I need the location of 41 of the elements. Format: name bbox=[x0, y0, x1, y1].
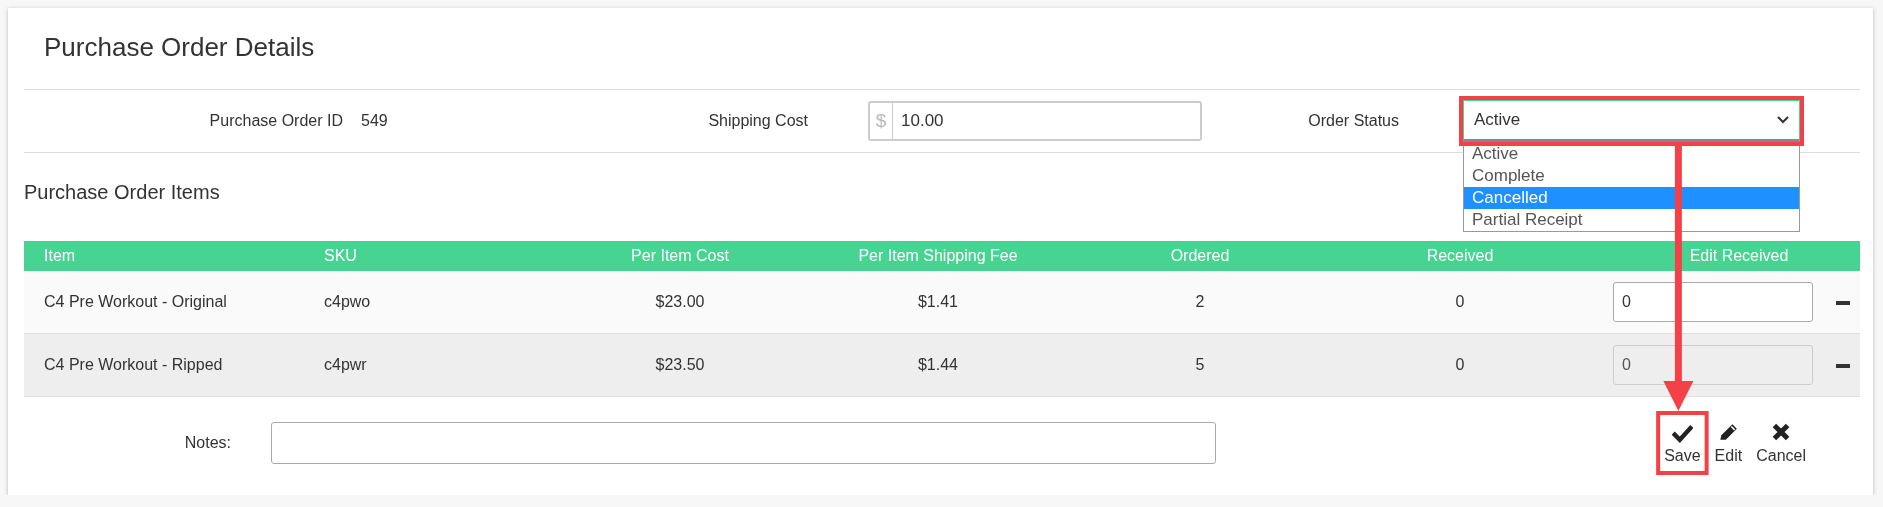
currency-prefix: $ bbox=[870, 103, 893, 139]
table-cell: 2 bbox=[1076, 271, 1324, 334]
column-header: Per Item Cost bbox=[560, 241, 800, 271]
dropdown-option[interactable]: Active bbox=[1464, 143, 1799, 165]
save-button[interactable]: Save bbox=[1660, 415, 1705, 471]
table-cell: C4 Pre Workout - Original bbox=[24, 271, 304, 334]
table-cell: $23.50 bbox=[560, 333, 800, 397]
field-value: 549 bbox=[361, 112, 389, 130]
table-cell: $1.41 bbox=[800, 271, 1076, 334]
cancel-button[interactable]: Cancel bbox=[1752, 415, 1810, 471]
notes-label: Notes: bbox=[183, 434, 231, 452]
chevron-icon bbox=[1777, 116, 1789, 124]
edit-button[interactable]: Edit bbox=[1710, 415, 1747, 471]
dropdown-option[interactable]: Partial Receipt bbox=[1464, 209, 1799, 231]
notes-field[interactable] bbox=[271, 422, 1216, 464]
column-header: Edit Received bbox=[1596, 241, 1826, 271]
table-cell: 0 bbox=[1324, 333, 1596, 397]
field-label: Purchase Order ID bbox=[208, 112, 343, 130]
field-label: Shipping Cost bbox=[707, 112, 808, 130]
pencil-icon bbox=[1717, 421, 1740, 443]
column-header: Ordered bbox=[1076, 241, 1324, 271]
column-header: SKU bbox=[304, 241, 560, 271]
shipping-cost-field[interactable]: $ 10.00 bbox=[868, 101, 1202, 141]
column-header: Item bbox=[24, 241, 304, 271]
column-header: Per Item Shipping Fee bbox=[800, 241, 1076, 271]
remove-icon[interactable] bbox=[1836, 300, 1850, 305]
table-cell: C4 Pre Workout - Ripped bbox=[24, 333, 304, 397]
section-title: Purchase Order Items bbox=[24, 180, 220, 205]
field-label: Order Status bbox=[1307, 112, 1399, 130]
table-cell: c4pwr bbox=[304, 333, 560, 397]
remove-icon[interactable] bbox=[1836, 363, 1850, 368]
page-title: Purchase Order Details bbox=[43, 31, 316, 64]
received-input[interactable]: 0 bbox=[1613, 282, 1813, 322]
dropdown-option[interactable]: Complete bbox=[1464, 165, 1799, 187]
column-header: Received bbox=[1324, 241, 1596, 271]
table-cell: $1.44 bbox=[800, 333, 1076, 397]
table-cell: 0 bbox=[1324, 271, 1596, 334]
order-status-dropdown[interactable]: Active bbox=[1463, 100, 1800, 142]
table-cell: c4pwo bbox=[304, 271, 560, 334]
table-cell: 5 bbox=[1076, 333, 1324, 397]
table-cell: $23.00 bbox=[560, 271, 800, 334]
